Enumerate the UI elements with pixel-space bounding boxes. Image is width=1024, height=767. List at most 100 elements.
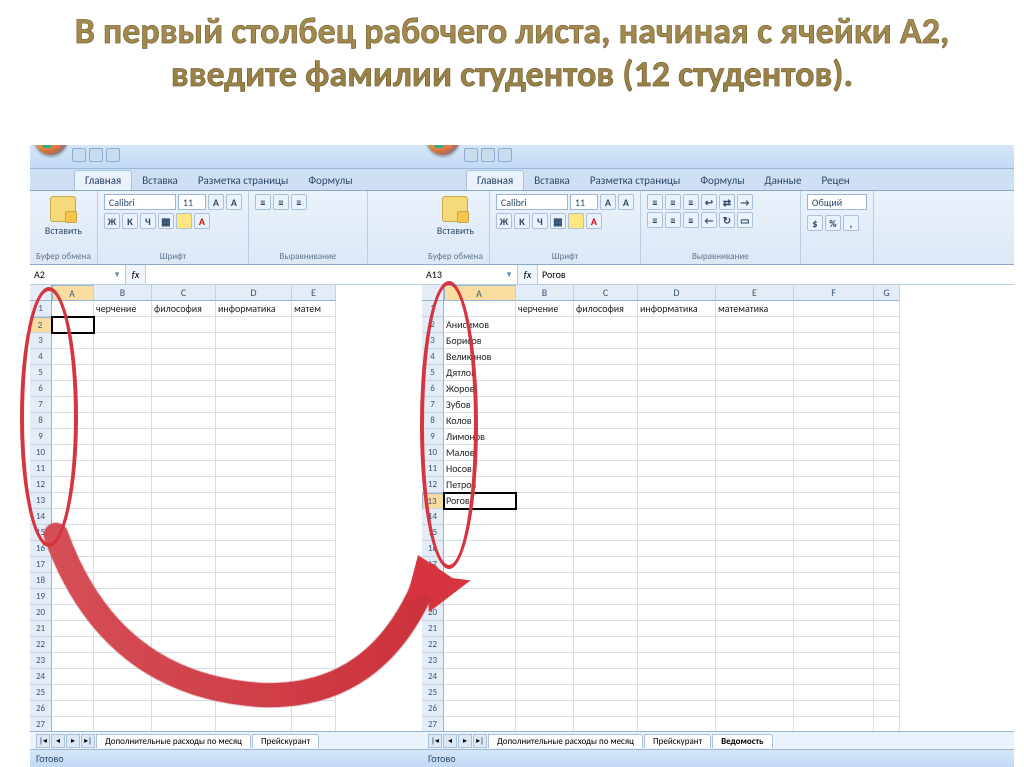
cell[interactable] bbox=[52, 333, 94, 349]
cell[interactable] bbox=[94, 461, 152, 477]
cell[interactable] bbox=[874, 333, 900, 349]
column-header[interactable]: C bbox=[574, 285, 638, 301]
cell[interactable] bbox=[94, 413, 152, 429]
font-name-select[interactable]: Calibri bbox=[496, 194, 568, 210]
cell[interactable] bbox=[874, 301, 900, 317]
cell[interactable] bbox=[444, 701, 516, 717]
fx-icon[interactable]: fx bbox=[518, 265, 538, 284]
cell[interactable] bbox=[216, 605, 292, 621]
cell[interactable] bbox=[292, 365, 336, 381]
cell[interactable] bbox=[638, 717, 716, 731]
cell[interactable] bbox=[516, 461, 574, 477]
cell[interactable] bbox=[444, 301, 516, 317]
row-header[interactable]: 21 bbox=[422, 621, 444, 637]
cell[interactable]: информатика bbox=[638, 301, 716, 317]
cell[interactable] bbox=[574, 701, 638, 717]
cell[interactable] bbox=[94, 637, 152, 653]
cell[interactable] bbox=[52, 557, 94, 573]
cell[interactable] bbox=[52, 413, 94, 429]
cell[interactable] bbox=[52, 685, 94, 701]
cell[interactable] bbox=[874, 413, 900, 429]
cell[interactable] bbox=[794, 653, 874, 669]
office-button[interactable] bbox=[34, 145, 68, 156]
cell[interactable] bbox=[794, 557, 874, 573]
row-header[interactable]: 1 bbox=[30, 301, 52, 317]
cell[interactable] bbox=[52, 461, 94, 477]
cell[interactable] bbox=[292, 429, 336, 445]
cell[interactable] bbox=[874, 397, 900, 413]
cell[interactable] bbox=[94, 509, 152, 525]
cell[interactable] bbox=[638, 445, 716, 461]
column-header[interactable]: D bbox=[216, 285, 292, 301]
cell[interactable] bbox=[94, 557, 152, 573]
cell[interactable] bbox=[52, 669, 94, 685]
cell[interactable] bbox=[292, 461, 336, 477]
cell[interactable]: Борисов bbox=[444, 333, 516, 349]
cell[interactable] bbox=[574, 365, 638, 381]
cell[interactable]: Колов bbox=[444, 413, 516, 429]
cell[interactable] bbox=[574, 381, 638, 397]
cell[interactable] bbox=[52, 589, 94, 605]
row-header[interactable]: 7 bbox=[30, 397, 52, 413]
cell[interactable] bbox=[874, 637, 900, 653]
cell[interactable] bbox=[94, 701, 152, 717]
cell[interactable] bbox=[716, 461, 794, 477]
cell[interactable] bbox=[94, 429, 152, 445]
align-icon[interactable]: ≡ bbox=[683, 212, 699, 228]
cell[interactable] bbox=[292, 557, 336, 573]
font-color-icon[interactable]: A bbox=[586, 213, 602, 229]
cell[interactable] bbox=[716, 573, 794, 589]
cell[interactable] bbox=[638, 493, 716, 509]
cell[interactable] bbox=[516, 669, 574, 685]
cell[interactable] bbox=[94, 333, 152, 349]
cell[interactable] bbox=[874, 541, 900, 557]
row-header[interactable]: 9 bbox=[30, 429, 52, 445]
cell[interactable]: Лимонов bbox=[444, 429, 516, 445]
row-header[interactable]: 16 bbox=[30, 541, 52, 557]
cell[interactable] bbox=[94, 525, 152, 541]
cell[interactable] bbox=[216, 701, 292, 717]
grow-font-icon[interactable]: A bbox=[600, 194, 616, 210]
cell[interactable] bbox=[152, 669, 216, 685]
tab-next-icon[interactable]: ▸ bbox=[458, 734, 472, 748]
row-header[interactable]: 16 bbox=[422, 541, 444, 557]
cell[interactable] bbox=[52, 493, 94, 509]
cell[interactable] bbox=[216, 413, 292, 429]
cell[interactable] bbox=[216, 685, 292, 701]
cell[interactable] bbox=[716, 413, 794, 429]
cell[interactable] bbox=[516, 477, 574, 493]
cell[interactable] bbox=[52, 701, 94, 717]
cell[interactable] bbox=[444, 717, 516, 731]
quick-access-toolbar[interactable] bbox=[72, 148, 120, 162]
cell[interactable] bbox=[794, 589, 874, 605]
cell[interactable] bbox=[516, 445, 574, 461]
orient-icon[interactable]: ↻ bbox=[719, 212, 735, 228]
row-header[interactable]: 26 bbox=[422, 701, 444, 717]
row-header[interactable]: 20 bbox=[30, 605, 52, 621]
row-header[interactable]: 26 bbox=[30, 701, 52, 717]
cell[interactable] bbox=[292, 509, 336, 525]
cell[interactable] bbox=[94, 317, 152, 333]
cell[interactable] bbox=[152, 557, 216, 573]
cell[interactable]: Великанов bbox=[444, 349, 516, 365]
cell[interactable] bbox=[444, 621, 516, 637]
cell[interactable] bbox=[216, 589, 292, 605]
formula-input[interactable]: Рогов bbox=[538, 265, 1014, 284]
cell[interactable] bbox=[794, 605, 874, 621]
cell[interactable] bbox=[716, 365, 794, 381]
cell[interactable] bbox=[794, 525, 874, 541]
cell[interactable] bbox=[94, 685, 152, 701]
row-header[interactable]: 18 bbox=[30, 573, 52, 589]
cell[interactable] bbox=[574, 429, 638, 445]
cell[interactable]: Жоров bbox=[444, 381, 516, 397]
cell[interactable] bbox=[874, 461, 900, 477]
cell[interactable] bbox=[874, 685, 900, 701]
cell[interactable] bbox=[444, 637, 516, 653]
percent-icon[interactable]: % bbox=[825, 215, 841, 231]
worksheet[interactable]: ABCDEFG1черчениефилософияинформатикамате… bbox=[422, 285, 1014, 731]
shrink-font-icon[interactable]: A bbox=[226, 194, 242, 210]
row-header[interactable]: 15 bbox=[30, 525, 52, 541]
cell[interactable] bbox=[794, 317, 874, 333]
row-header[interactable]: 14 bbox=[422, 509, 444, 525]
tab-first-icon[interactable]: |◂ bbox=[36, 734, 50, 748]
